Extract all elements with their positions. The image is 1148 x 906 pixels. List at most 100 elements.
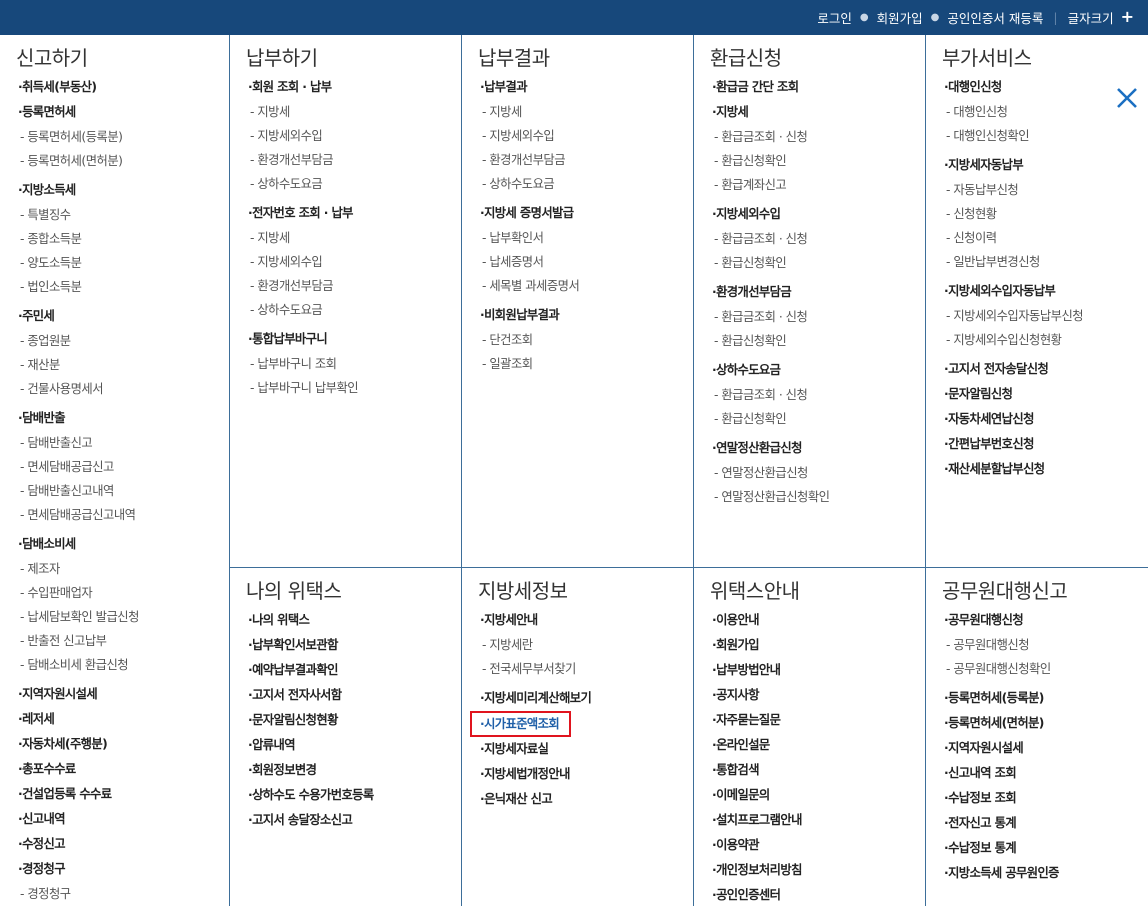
menu-item[interactable]: ·자동차세연납신청 (944, 407, 1148, 432)
menu-item[interactable]: ·납부방법안내 (712, 658, 925, 683)
submenu-item[interactable]: - 양도소득분 (18, 251, 229, 275)
submenu-item[interactable]: - 지방세란 (480, 633, 693, 657)
menu-item[interactable]: ·전자번호 조회 · 납부 (248, 201, 461, 226)
menu-item[interactable]: ·간편납부번호신청 (944, 432, 1148, 457)
menu-item[interactable]: ·압류내역 (248, 733, 461, 758)
submenu-item[interactable]: - 상하수도요금 (248, 298, 461, 322)
menu-item[interactable]: ·지방세자료실 (480, 737, 693, 762)
submenu-item[interactable]: - 신청이력 (944, 226, 1148, 250)
submenu-item[interactable]: - 납부바구니 조회 (248, 352, 461, 376)
menu-item[interactable]: ·수납정보 통계 (944, 836, 1148, 861)
submenu-item[interactable]: - 수입판매업자 (18, 581, 229, 605)
submenu-item[interactable]: - 환급금조회 · 신청 (712, 305, 925, 329)
submenu-item[interactable]: - 지방세외수입 (248, 250, 461, 274)
submenu-item[interactable]: - 자동납부신청 (944, 178, 1148, 202)
menu-item[interactable]: ·환경개선부담금 (712, 280, 925, 305)
close-menu-button[interactable] (1116, 87, 1138, 109)
menu-item[interactable]: ·지방세 (712, 100, 925, 125)
submenu-item[interactable]: - 전국세무부서찾기 (480, 657, 693, 681)
menu-item[interactable]: ·지역자원시설세 (944, 736, 1148, 761)
submenu-item[interactable]: - 지방세 (248, 226, 461, 250)
menu-item[interactable]: ·취득세(부동산) (18, 75, 229, 100)
submenu-item[interactable]: - 종업원분 (18, 329, 229, 353)
menu-item[interactable]: ·공지사항 (712, 683, 925, 708)
menu-item[interactable]: ·연말정산환급신청 (712, 436, 925, 461)
menu-item[interactable]: ·이메일문의 (712, 783, 925, 808)
submenu-item[interactable]: - 납세증명서 (480, 250, 693, 274)
menu-item[interactable]: ·나의 위택스 (248, 608, 461, 633)
menu-item[interactable]: ·재산세분할납부신청 (944, 457, 1148, 482)
menu-item[interactable]: ·온라인설문 (712, 733, 925, 758)
menu-item[interactable]: ·고지서 전자송달신청 (944, 357, 1148, 382)
submenu-item[interactable]: - 지방세 (248, 100, 461, 124)
menu-item[interactable]: ·통합납부바구니 (248, 327, 461, 352)
submenu-item[interactable]: - 지방세외수입 (248, 124, 461, 148)
submenu-item[interactable]: - 법인소득분 (18, 275, 229, 299)
menu-item[interactable]: ·지방소득세 공무원인증 (944, 861, 1148, 886)
menu-item[interactable]: ·비회원납부결과 (480, 303, 693, 328)
submenu-item[interactable]: - 특별징수 (18, 203, 229, 227)
submenu-item[interactable]: - 세목별 과세증명서 (480, 274, 693, 298)
submenu-item[interactable]: - 지방세외수입자동납부신청 (944, 304, 1148, 328)
submenu-item[interactable]: - 등록면허세(등록분) (18, 125, 229, 149)
menu-item[interactable]: ·전자신고 통계 (944, 811, 1148, 836)
login-link[interactable]: 로그인 (817, 8, 852, 27)
menu-item[interactable]: ·레저세 (18, 707, 229, 732)
submenu-item[interactable]: - 지방세외수입신청현황 (944, 328, 1148, 352)
menu-item[interactable]: ·지방소득세 (18, 178, 229, 203)
submenu-item[interactable]: - 제조자 (18, 557, 229, 581)
submenu-item[interactable]: - 연말정산환급신청 (712, 461, 925, 485)
submenu-item[interactable]: - 담배소비세 환급신청 (18, 653, 229, 677)
submenu-item[interactable]: - 공무원대행신청 (944, 633, 1148, 657)
submenu-item[interactable]: - 일괄조회 (480, 352, 693, 376)
menu-item[interactable]: ·회원가입 (712, 633, 925, 658)
highlighted-menu-item[interactable]: ·시가표준액조회 (470, 711, 572, 737)
submenu-item[interactable]: - 일반납부변경신청 (944, 250, 1148, 274)
submenu-item[interactable]: - 신청현황 (944, 202, 1148, 226)
cert-reregister-link[interactable]: 공인인증서 재등록 (947, 8, 1043, 27)
menu-item[interactable]: ·지방세외수입자동납부 (944, 279, 1148, 304)
menu-item[interactable]: ·지역자원시설세 (18, 682, 229, 707)
submenu-item[interactable]: - 납세담보확인 발급신청 (18, 605, 229, 629)
submenu-item[interactable]: - 면세담배공급신고내역 (18, 503, 229, 527)
submenu-item[interactable]: - 환급신청확인 (712, 329, 925, 353)
menu-item[interactable]: ·수정신고 (18, 832, 229, 857)
menu-item[interactable]: ·자주묻는질문 (712, 708, 925, 733)
submenu-item[interactable]: - 환급신청확인 (712, 407, 925, 431)
menu-item[interactable]: ·신고내역 조회 (944, 761, 1148, 786)
menu-item[interactable]: ·건설업등록 수수료 (18, 782, 229, 807)
submenu-item[interactable]: - 공무원대행신청확인 (944, 657, 1148, 681)
menu-item[interactable]: ·개인정보처리방침 (712, 858, 925, 883)
menu-item[interactable]: ·등록면허세(면허분) (944, 711, 1148, 736)
submenu-item[interactable]: - 납부확인서 (480, 226, 693, 250)
menu-item[interactable]: ·공무원대행신청 (944, 608, 1148, 633)
menu-item[interactable]: ·고지서 전자사서함 (248, 683, 461, 708)
submenu-item[interactable]: - 면세담배공급신고 (18, 455, 229, 479)
menu-item[interactable]: ·회원 조회 · 납부 (248, 75, 461, 100)
submenu-item[interactable]: - 환급계좌신고 (712, 173, 925, 197)
submenu-item[interactable]: - 상하수도요금 (480, 172, 693, 196)
menu-item[interactable]: ·주민세 (18, 304, 229, 329)
submenu-item[interactable]: - 종합소득분 (18, 227, 229, 251)
menu-item[interactable]: ·문자알림신청 (944, 382, 1148, 407)
submenu-item[interactable]: - 환급신청확인 (712, 251, 925, 275)
submenu-item[interactable]: - 건물사용명세서 (18, 377, 229, 401)
menu-item[interactable]: ·납부결과 (480, 75, 693, 100)
menu-item[interactable]: ·지방세외수입 (712, 202, 925, 227)
submenu-item[interactable]: - 환경개선부담금 (248, 148, 461, 172)
submenu-item[interactable]: - 연말정산환급신청확인 (712, 485, 925, 509)
submenu-item[interactable]: - 환급금조회 · 신청 (712, 383, 925, 407)
menu-item[interactable]: ·담배반출 (18, 406, 229, 431)
menu-item[interactable]: ·지방세법개정안내 (480, 762, 693, 787)
submenu-item[interactable]: - 상하수도요금 (248, 172, 461, 196)
submenu-item[interactable]: - 재산분 (18, 353, 229, 377)
menu-item[interactable]: ·경정청구 (18, 857, 229, 882)
submenu-item[interactable]: - 납부바구니 납부확인 (248, 376, 461, 400)
menu-item[interactable]: ·이용약관 (712, 833, 925, 858)
menu-item[interactable]: ·담배소비세 (18, 532, 229, 557)
menu-item[interactable]: ·지방세자동납부 (944, 153, 1148, 178)
submenu-item[interactable]: - 환급신청확인 (712, 149, 925, 173)
menu-item[interactable]: ·예약납부결과확인 (248, 658, 461, 683)
submenu-item[interactable]: - 단건조회 (480, 328, 693, 352)
menu-item[interactable]: ·자동차세(주행분) (18, 732, 229, 757)
